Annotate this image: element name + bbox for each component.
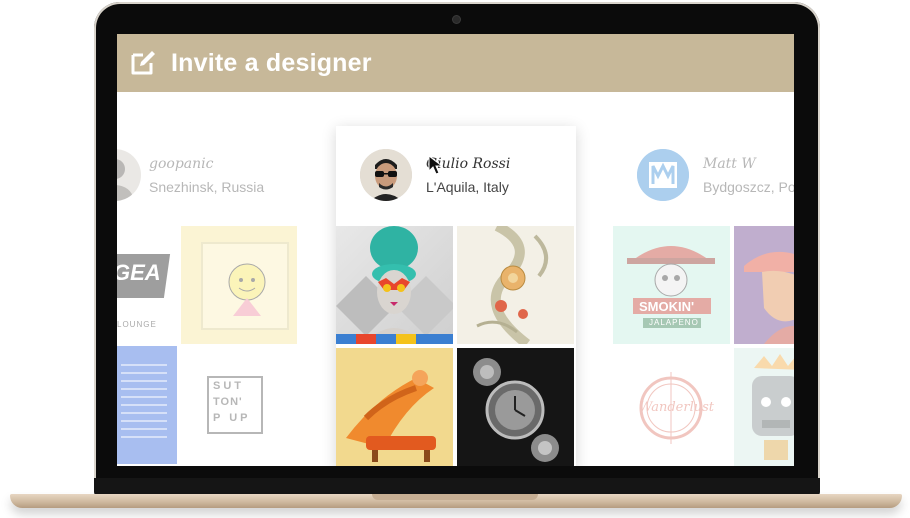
artwork-tile[interactable] [457, 226, 574, 344]
designer-name: goopanic [149, 156, 214, 172]
screen: Invite a designer goopanic Snezhinsk, Ru… [117, 34, 794, 466]
laptop-notch [372, 494, 538, 500]
artwork-tile[interactable] [117, 346, 177, 464]
camera-dot [453, 16, 460, 23]
artwork-tile[interactable] [336, 226, 453, 344]
designer-location: Bydgoszcz, Po [703, 179, 794, 195]
jalapeno-text: JALAPENO [649, 318, 699, 327]
edit-icon[interactable] [129, 49, 157, 77]
sutton-line-3: P UP [213, 412, 251, 424]
card-header: Matt W Bydgoszcz, Po [613, 126, 794, 226]
sutton-line-2: TON' [213, 396, 243, 408]
avatar-photo-sunglasses [360, 149, 412, 201]
page-title: Invite a designer [171, 48, 372, 77]
avatar-logo-m [637, 149, 689, 201]
avatar [117, 149, 141, 201]
card-header: goopanic Snezhinsk, Russia [117, 126, 297, 226]
wanderlust-text: Wanderlust [639, 400, 715, 415]
artwork-tile[interactable] [457, 348, 574, 466]
gear-logo-text: GEA [117, 260, 161, 285]
artwork-tile[interactable] [336, 348, 453, 466]
artwork-tile[interactable]: SUT TON' P UP [181, 346, 297, 464]
designer-name: Matt W [703, 156, 756, 172]
artwork-tile[interactable] [181, 226, 297, 344]
mouse-cursor-icon [428, 154, 444, 180]
artwork-tile[interactable]: Wanderlust [613, 348, 730, 466]
designer-location: L'Aquila, Italy [426, 179, 509, 195]
smokin-text: SMOKIN' [639, 299, 695, 314]
designer-card-goopanic[interactable]: goopanic Snezhinsk, Russia GEA LOUNGE SU… [117, 126, 297, 466]
designer-location: Snezhinsk, Russia [149, 179, 265, 195]
artwork-tile[interactable] [734, 226, 794, 344]
header-bar: Invite a designer [117, 34, 794, 92]
card-header: Giulio Rossi L'Aquila, Italy [336, 126, 576, 226]
letter-grid [121, 364, 167, 444]
designer-card-matt-w[interactable]: Matt W Bydgoszcz, Po SMOKIN' JALAPENO Wa… [613, 126, 794, 466]
artwork-tile[interactable] [734, 348, 794, 466]
lounge-text: LOUNGE [117, 320, 157, 329]
designer-card-giulio-rossi[interactable]: Giulio Rossi L'Aquila, Italy [336, 126, 576, 466]
artwork-tile[interactable]: SMOKIN' JALAPENO [613, 226, 730, 344]
sutton-line-1: SUT [213, 380, 244, 392]
